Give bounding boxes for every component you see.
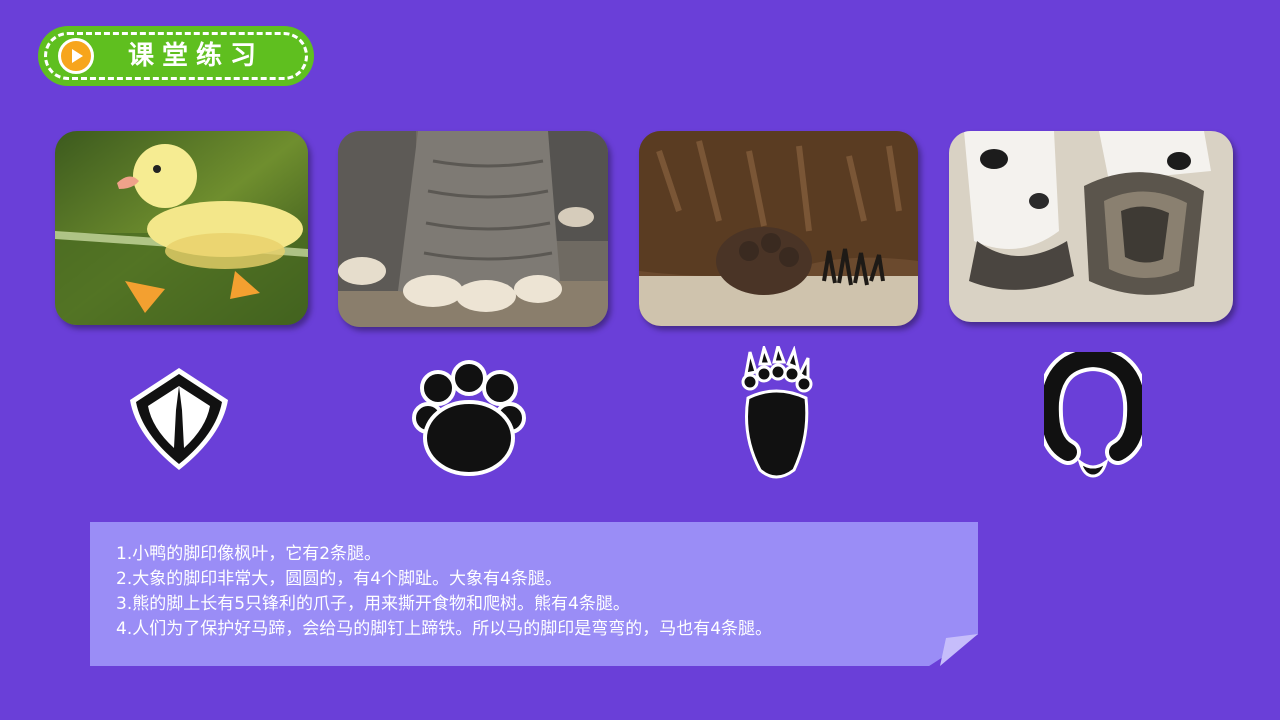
- horseshoe-footprint-icon: [1036, 344, 1150, 484]
- note-line-horse: 4.人们为了保护好马蹄，会给马的脚钉上蹄铁。所以马的脚印是弯弯的，马也有4条腿。: [116, 619, 773, 639]
- section-title: 课堂练习: [128, 41, 265, 71]
- note-line-bear: 3.熊的脚上长有5只锋利的爪子，用来撕开食物和爬树。熊有4条腿。: [116, 594, 630, 614]
- notes-text: 1.小鸭的脚印像枫叶，它有2条腿。 2.大象的脚印非常大，圆圆的，有4个脚趾。大…: [116, 542, 956, 642]
- elephant-footprint-icon: [408, 358, 530, 484]
- play-icon[interactable]: [58, 38, 94, 74]
- bear-paw-photo: [639, 131, 918, 326]
- duck-photo: [55, 131, 308, 325]
- elephant-feet-photo: [338, 131, 608, 327]
- note-line-duck: 1.小鸭的脚印像枫叶，它有2条腿。: [116, 544, 382, 564]
- note-line-elephant: 2.大象的脚印非常大，圆圆的，有4个脚趾。大象有4条腿。: [116, 569, 562, 589]
- duck-footprint-icon: [124, 364, 234, 480]
- horse-hoof-photo: [949, 131, 1233, 322]
- bear-footprint-icon: [736, 340, 816, 490]
